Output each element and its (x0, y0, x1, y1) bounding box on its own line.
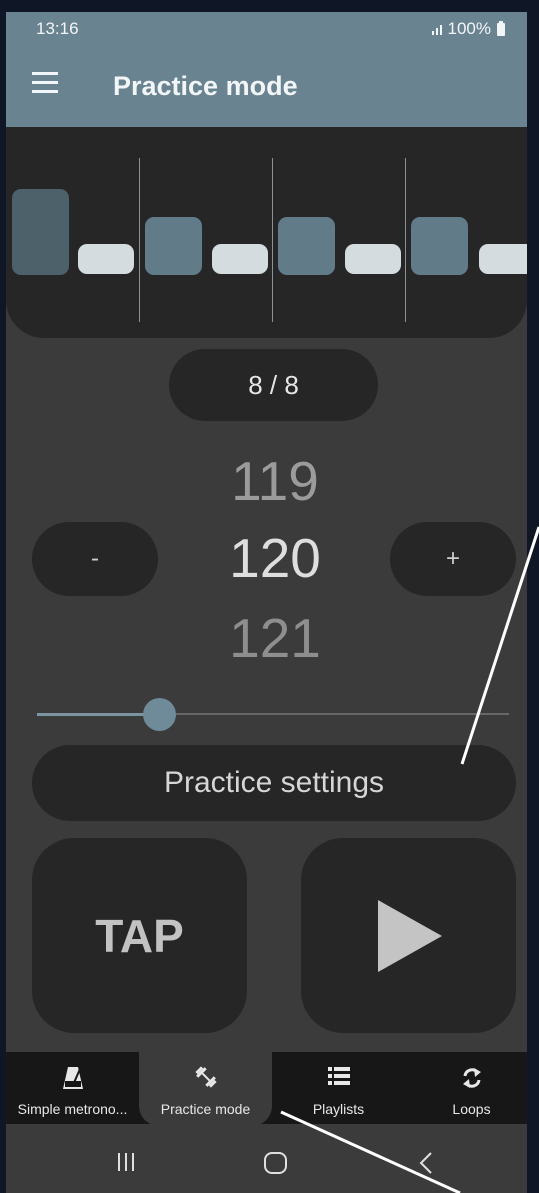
annotation-lines (280, 526, 539, 1193)
